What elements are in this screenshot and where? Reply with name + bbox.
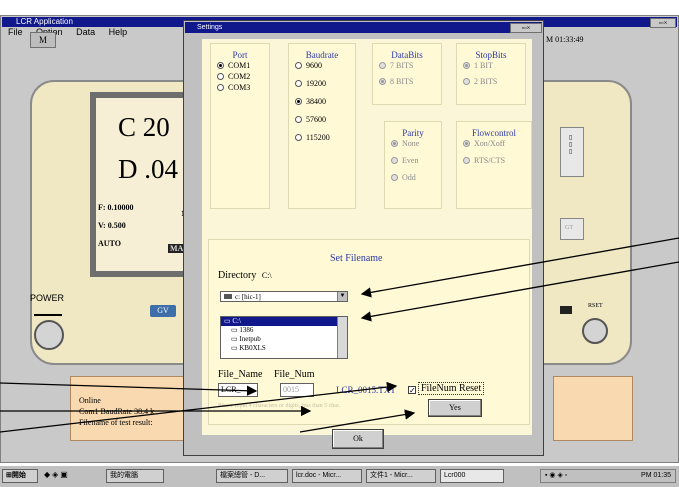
task-lcr-doc[interactable]: lcr.doc - Micr... — [292, 469, 362, 483]
arrow-to-filenum-reset — [0, 381, 398, 433]
task-document1[interactable]: 文件1 - Micr... — [366, 469, 436, 483]
arrow-to-yes-button — [299, 409, 416, 433]
arrow-to-drive-combo — [360, 237, 679, 298]
taskbar-clock: PM 01:35 — [641, 472, 671, 479]
arrow-to-folder-list — [360, 261, 679, 322]
task-my-computer[interactable]: 我的電腦 — [106, 469, 164, 483]
task-lcr000[interactable]: Lcr000 — [440, 469, 504, 483]
task-explorer[interactable]: 檔案總管 - D... — [216, 469, 288, 483]
callout-arrows — [0, 237, 679, 433]
system-tray: ▪ ◉ ◈ ▫ PM 01:35 — [540, 469, 676, 483]
start-button[interactable]: ⊞開始 — [2, 469, 38, 483]
tray-icons[interactable]: ▪ ◉ ◈ ▫ — [545, 470, 567, 482]
arrow-to-file-name — [0, 382, 258, 396]
quicklaunch-icons[interactable]: ◆ ◈ ▣ — [44, 470, 100, 482]
taskbar: ⊞開始 ◆ ◈ ▣ 我的電腦 檔案總管 - D... lcr.doc - Mic… — [0, 465, 679, 487]
